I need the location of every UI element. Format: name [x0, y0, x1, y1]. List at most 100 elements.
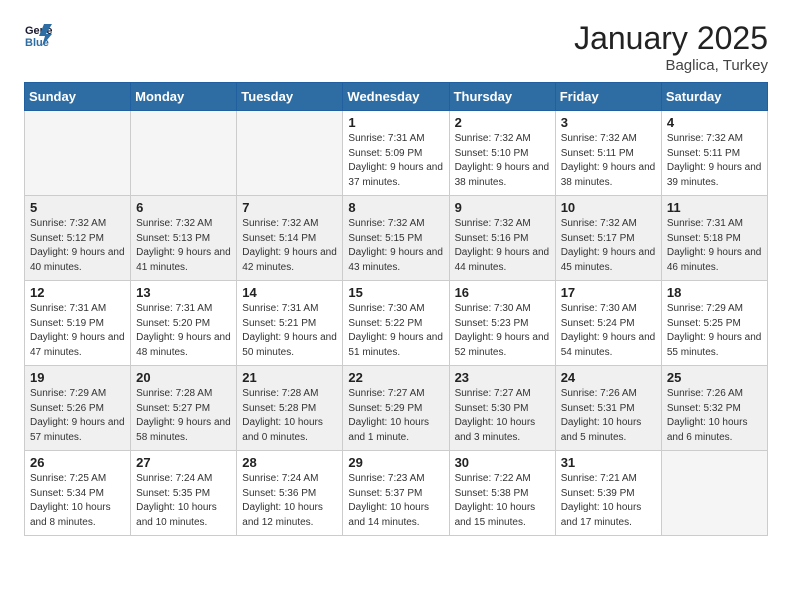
logo: General Blue: [24, 20, 54, 48]
day-detail: Sunrise: 7:32 AM Sunset: 5:11 PM Dayligh…: [667, 132, 762, 190]
day-detail: Sunrise: 7:25 AM Sunset: 5:34 PM Dayligh…: [30, 472, 125, 530]
day-number: 31: [561, 455, 656, 470]
day-number: 4: [667, 115, 762, 130]
calendar-cell: 14 Sunrise: 7:31 AM Sunset: 5:21 PM Dayli…: [237, 281, 343, 366]
day-detail: Sunrise: 7:32 AM Sunset: 5:16 PM Dayligh…: [455, 217, 550, 275]
calendar-cell: [25, 111, 131, 196]
week-row-1: 1 Sunrise: 7:31 AM Sunset: 5:09 PM Daylig…: [25, 111, 768, 196]
day-number: 3: [561, 115, 656, 130]
day-detail: Sunrise: 7:30 AM Sunset: 5:23 PM Dayligh…: [455, 302, 550, 360]
day-detail: Sunrise: 7:31 AM Sunset: 5:19 PM Dayligh…: [30, 302, 125, 360]
day-number: 14: [242, 285, 337, 300]
calendar-cell: 29 Sunrise: 7:23 AM Sunset: 5:37 PM Dayli…: [343, 451, 449, 536]
weekday-header-monday: Monday: [131, 83, 237, 111]
day-detail: Sunrise: 7:32 AM Sunset: 5:14 PM Dayligh…: [242, 217, 337, 275]
weekday-header-wednesday: Wednesday: [343, 83, 449, 111]
calendar-cell: 16 Sunrise: 7:30 AM Sunset: 5:23 PM Dayli…: [449, 281, 555, 366]
calendar-cell: 27Sunrise: 7:24 AM Sunset: 5:35 PM Dayli…: [131, 451, 237, 536]
day-number: 2: [455, 115, 550, 130]
day-detail: Sunrise: 7:24 AM Sunset: 5:35 PM Dayligh…: [136, 472, 231, 530]
day-detail: Sunrise: 7:32 AM Sunset: 5:12 PM Dayligh…: [30, 217, 125, 275]
calendar-cell: 20Sunrise: 7:28 AM Sunset: 5:27 PM Dayli…: [131, 366, 237, 451]
day-number: 22: [348, 370, 443, 385]
day-detail: Sunrise: 7:24 AM Sunset: 5:36 PM Dayligh…: [242, 472, 337, 530]
calendar-cell: 15Sunrise: 7:30 AM Sunset: 5:22 PM Dayli…: [343, 281, 449, 366]
calendar-cell: 11 Sunrise: 7:31 AM Sunset: 5:18 PM Dayli…: [661, 196, 767, 281]
day-detail: Sunrise: 7:32 AM Sunset: 5:11 PM Dayligh…: [561, 132, 656, 190]
calendar-cell: 30Sunrise: 7:22 AM Sunset: 5:38 PM Dayli…: [449, 451, 555, 536]
calendar-cell: 19 Sunrise: 7:29 AM Sunset: 5:26 PM Dayli…: [25, 366, 131, 451]
day-number: 21: [242, 370, 337, 385]
day-number: 9: [455, 200, 550, 215]
week-row-3: 12 Sunrise: 7:31 AM Sunset: 5:19 PM Dayli…: [25, 281, 768, 366]
calendar-cell: 17 Sunrise: 7:30 AM Sunset: 5:24 PM Dayli…: [555, 281, 661, 366]
day-number: 13: [136, 285, 231, 300]
day-detail: Sunrise: 7:31 AM Sunset: 5:09 PM Dayligh…: [348, 132, 443, 190]
header: General Blue January 2025 Baglica, Turke…: [24, 20, 768, 74]
day-number: 29: [348, 455, 443, 470]
calendar-cell: 7 Sunrise: 7:32 AM Sunset: 5:14 PM Daylig…: [237, 196, 343, 281]
calendar-cell: 8 Sunrise: 7:32 AM Sunset: 5:15 PM Daylig…: [343, 196, 449, 281]
day-number: 12: [30, 285, 125, 300]
day-number: 28: [242, 455, 337, 470]
day-detail: Sunrise: 7:26 AM Sunset: 5:32 PM Dayligh…: [667, 387, 762, 445]
day-number: 23: [455, 370, 550, 385]
day-detail: Sunrise: 7:31 AM Sunset: 5:18 PM Dayligh…: [667, 217, 762, 275]
day-number: 10: [561, 200, 656, 215]
calendar-cell: 31Sunrise: 7:21 AM Sunset: 5:39 PM Dayli…: [555, 451, 661, 536]
day-number: 6: [136, 200, 231, 215]
day-number: 18: [667, 285, 762, 300]
day-detail: Sunrise: 7:28 AM Sunset: 5:28 PM Dayligh…: [242, 387, 337, 445]
day-number: 20: [136, 370, 231, 385]
weekday-header-friday: Friday: [555, 83, 661, 111]
day-detail: Sunrise: 7:29 AM Sunset: 5:26 PM Dayligh…: [30, 387, 125, 445]
day-detail: Sunrise: 7:32 AM Sunset: 5:15 PM Dayligh…: [348, 217, 443, 275]
week-row-4: 19 Sunrise: 7:29 AM Sunset: 5:26 PM Dayli…: [25, 366, 768, 451]
calendar-cell: 5 Sunrise: 7:32 AM Sunset: 5:12 PM Daylig…: [25, 196, 131, 281]
calendar-cell: 18 Sunrise: 7:29 AM Sunset: 5:25 PM Dayli…: [661, 281, 767, 366]
calendar-cell: 9 Sunrise: 7:32 AM Sunset: 5:16 PM Daylig…: [449, 196, 555, 281]
day-detail: Sunrise: 7:22 AM Sunset: 5:38 PM Dayligh…: [455, 472, 550, 530]
calendar-cell: 2 Sunrise: 7:32 AM Sunset: 5:10 PM Daylig…: [449, 111, 555, 196]
day-number: 19: [30, 370, 125, 385]
day-detail: Sunrise: 7:31 AM Sunset: 5:21 PM Dayligh…: [242, 302, 337, 360]
calendar-cell: [131, 111, 237, 196]
calendar-cell: 10 Sunrise: 7:32 AM Sunset: 5:17 PM Dayli…: [555, 196, 661, 281]
day-number: 16: [455, 285, 550, 300]
calendar-cell: 26 Sunrise: 7:25 AM Sunset: 5:34 PM Dayli…: [25, 451, 131, 536]
day-number: 7: [242, 200, 337, 215]
day-number: 5: [30, 200, 125, 215]
calendar-cell: 23 Sunrise: 7:27 AM Sunset: 5:30 PM Dayli…: [449, 366, 555, 451]
day-detail: Sunrise: 7:32 AM Sunset: 5:13 PM Dayligh…: [136, 217, 231, 275]
calendar-cell: 13Sunrise: 7:31 AM Sunset: 5:20 PM Dayli…: [131, 281, 237, 366]
page: General Blue January 2025 Baglica, Turke…: [0, 0, 792, 556]
day-detail: Sunrise: 7:30 AM Sunset: 5:24 PM Dayligh…: [561, 302, 656, 360]
calendar-cell: [661, 451, 767, 536]
day-number: 17: [561, 285, 656, 300]
day-detail: Sunrise: 7:27 AM Sunset: 5:29 PM Dayligh…: [348, 387, 443, 445]
day-detail: Sunrise: 7:23 AM Sunset: 5:37 PM Dayligh…: [348, 472, 443, 530]
day-number: 1: [348, 115, 443, 130]
calendar-cell: 12 Sunrise: 7:31 AM Sunset: 5:19 PM Dayli…: [25, 281, 131, 366]
day-number: 24: [561, 370, 656, 385]
calendar-cell: 24 Sunrise: 7:26 AM Sunset: 5:31 PM Dayli…: [555, 366, 661, 451]
day-detail: Sunrise: 7:27 AM Sunset: 5:30 PM Dayligh…: [455, 387, 550, 445]
weekday-header-saturday: Saturday: [661, 83, 767, 111]
day-detail: Sunrise: 7:26 AM Sunset: 5:31 PM Dayligh…: [561, 387, 656, 445]
calendar-cell: 6 Sunrise: 7:32 AM Sunset: 5:13 PM Daylig…: [131, 196, 237, 281]
day-number: 26: [30, 455, 125, 470]
day-number: 11: [667, 200, 762, 215]
day-number: 15: [348, 285, 443, 300]
weekday-header-tuesday: Tuesday: [237, 83, 343, 111]
day-detail: Sunrise: 7:32 AM Sunset: 5:17 PM Dayligh…: [561, 217, 656, 275]
day-detail: Sunrise: 7:32 AM Sunset: 5:10 PM Dayligh…: [455, 132, 550, 190]
calendar-cell: 28 Sunrise: 7:24 AM Sunset: 5:36 PM Dayli…: [237, 451, 343, 536]
day-detail: Sunrise: 7:29 AM Sunset: 5:25 PM Dayligh…: [667, 302, 762, 360]
month-title: January 2025: [574, 20, 768, 57]
day-number: 8: [348, 200, 443, 215]
title-block: January 2025 Baglica, Turkey: [574, 20, 768, 74]
day-number: 25: [667, 370, 762, 385]
week-row-2: 5 Sunrise: 7:32 AM Sunset: 5:12 PM Daylig…: [25, 196, 768, 281]
weekday-header-thursday: Thursday: [449, 83, 555, 111]
weekday-header-sunday: Sunday: [25, 83, 131, 111]
